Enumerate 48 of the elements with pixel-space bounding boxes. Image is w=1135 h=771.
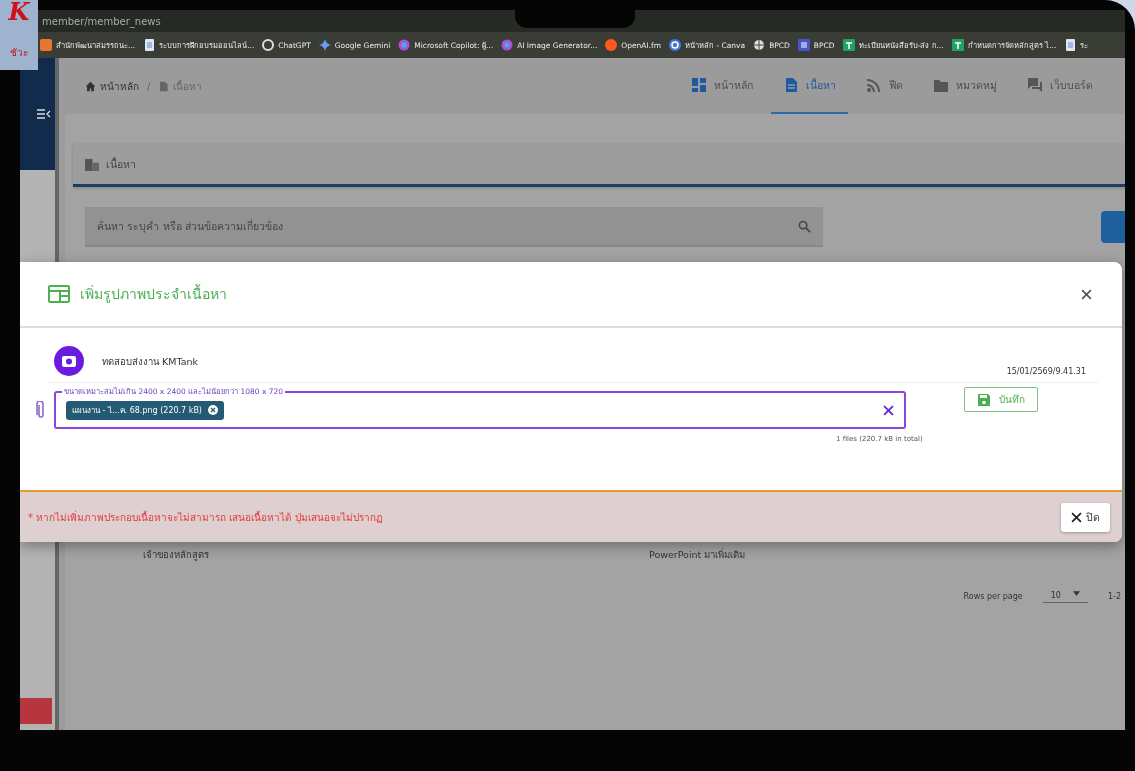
logo-caption: ชัวะ [10,46,28,60]
paperclip-icon [36,401,46,419]
warning-text: * หากไม่เพิ่มภาพประกอบเนื้อหาจะไม่สามารถ เสนอเนื้อหาได้ ปุ่มเสนอจะไม่ปรากฏ [28,509,383,525]
file-chip[interactable]: แผนงาน - ไ...ค. 68.png (220.7 kB) [66,400,224,420]
globe-icon [753,39,766,51]
table-cell-text: PowerPoint มาเพิ่มเติม [649,547,746,562]
building-icon [85,157,100,171]
breadcrumb-separator: / [147,80,151,92]
document-icon [783,77,799,93]
search-icon [798,219,811,233]
dashboard-icon [691,77,707,93]
breadcrumb-link[interactable]: หน้าหลัก [85,78,139,94]
logo-letter: K [8,0,30,24]
spreadsheet-icon [951,39,964,51]
author-name: ทดสอบส่งงาน KMTank [102,354,199,369]
rows-per-page-label: Rows per page [963,591,1023,601]
camera-avatar-icon [54,346,84,376]
timestamp: 15/01/2569/9.41.31 [1006,367,1086,376]
dialog-title: เพิ่มรูปภาพประจำเนื้อหา [80,283,227,305]
home-icon [85,80,96,92]
remove-icon [208,405,218,415]
collapse-menu-icon [37,109,51,119]
circle-letter-icon [669,39,681,51]
caret-icon [1072,591,1080,596]
table-layout-icon [48,285,70,303]
clear-button[interactable] [883,404,894,416]
document-icon [143,39,156,51]
folder-icon [933,77,949,93]
document-icon [1064,39,1077,51]
close-icon [883,404,894,416]
flower-icon [262,39,275,51]
page-range: 1-2 [1107,591,1121,601]
document-icon [158,80,170,92]
chat-icon [1027,77,1043,93]
spreadsheet-icon [842,39,855,51]
rss-icon [866,77,882,93]
rows-per-page-select[interactable]: 10 [1042,589,1088,603]
form-icon [797,39,810,51]
image-icon [40,39,52,51]
swirl-icon [501,39,514,51]
sparkle-icon [318,39,331,51]
section-title: เนื้อหา [106,156,136,172]
close-icon [1071,511,1082,523]
dot-icon [605,39,618,51]
close-button[interactable]: ปิด [1061,502,1110,532]
swirl-icon [398,39,411,51]
table-cell-text: เจ้าของหลักสูตร [143,547,209,562]
close-icon [1081,288,1092,300]
